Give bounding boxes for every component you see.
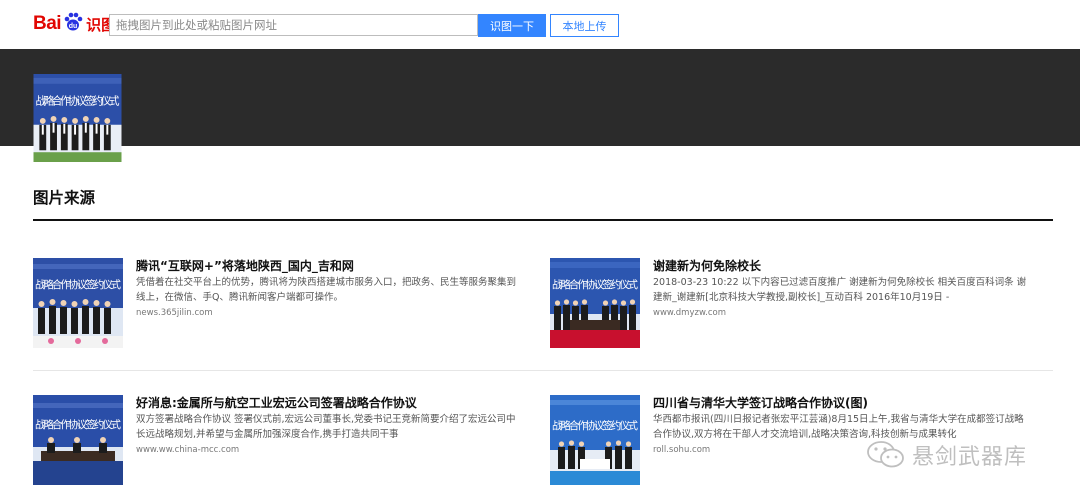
result-thumbnail[interactable]: 战略合作协议签约仪式 (550, 395, 640, 485)
image-url-input[interactable] (109, 14, 478, 36)
logo-du-text: du (69, 23, 78, 30)
baidu-paw-icon: du (62, 11, 84, 37)
result-description: 凭借着在社交平台上的优势，腾讯将为陕西搭建城市服务入口，把政务、民生等服务聚集到… (136, 277, 517, 303)
result-title-link[interactable]: 四川省与清华大学签订战略合作协议(图) (653, 394, 868, 411)
result-thumbnail[interactable]: 战略合作协议签约仪式 (33, 395, 123, 485)
backdrop-text: 战略合作协议签约仪式 (552, 419, 639, 432)
result-item: 战略合作协议签约仪式 腾讯“互联网+”将落地陕西_国内_吉和网 凭借着在社交平台… (33, 258, 533, 350)
backdrop-text: 战略合作协议签约仪式 (552, 278, 639, 291)
backdrop-text: 战略合作协议签约仪式 (35, 94, 119, 107)
local-upload-button[interactable]: 本地上传 (550, 14, 619, 37)
section-divider (33, 219, 1053, 221)
result-description: 双方签署战略合作协议 签署仪式前,宏远公司董事长,党委书记王竞新简要介绍了宏远公… (136, 414, 516, 440)
result-description: 2018-03-23 10:22 以下内容已过滤百度推广 谢建新为何免除校长 相… (653, 277, 1027, 303)
result-title-link[interactable]: 好消息:金属所与航空工业宏远公司签署战略合作协议 (136, 394, 417, 411)
result-description: 华西都市报讯(四川日报记者张宏平江芸涵)8月15日上午,我省与清华大学在成都签订… (653, 414, 1024, 440)
result-title-link[interactable]: 谢建新为何免除校长 (653, 257, 761, 274)
query-image-thumbnail[interactable]: 战略合作协议签约仪式 (33, 74, 122, 162)
baidu-shitu-logo[interactable]: Bai du 识图 (33, 12, 116, 36)
shitu-button[interactable]: 识图一下 (478, 14, 546, 37)
result-item: 战略合作协议签约仪式 谢建新为何免除校长 2018-03-23 10:22 以下… (550, 258, 1050, 350)
backdrop-text: 战略合作协议签约仪式 (35, 418, 122, 431)
wechat-watermark: 悬剑武器库 (866, 440, 1027, 470)
section-title: 图片来源 (33, 189, 96, 207)
top-bar: Bai du 识图 识图一下 本地上传 (0, 0, 1080, 48)
backdrop-text: 战略合作协议签约仪式 (35, 278, 122, 291)
result-title-link[interactable]: 腾讯“互联网+”将落地陕西_国内_吉和网 (136, 257, 354, 274)
query-banner (0, 49, 1080, 146)
result-thumbnail[interactable]: 战略合作协议签约仪式 (33, 258, 123, 348)
results-row-divider (33, 370, 1053, 371)
result-source: www.ww.china-mcc.com (136, 445, 240, 455)
wechat-icon (867, 441, 904, 468)
logo-bai-text: Bai (33, 13, 62, 34)
result-source: news.365jilin.com (136, 308, 213, 318)
result-source: www.dmyzw.com (653, 308, 726, 318)
watermark-text: 悬剑武器库 (912, 445, 1028, 470)
result-source: roll.sohu.com (653, 445, 711, 455)
result-item: 战略合作协议签约仪式 好消息:金属所与航空工业宏远公司签署战略合作协议 双方签署… (33, 395, 533, 487)
result-thumbnail[interactable]: 战略合作协议签约仪式 (550, 258, 640, 348)
